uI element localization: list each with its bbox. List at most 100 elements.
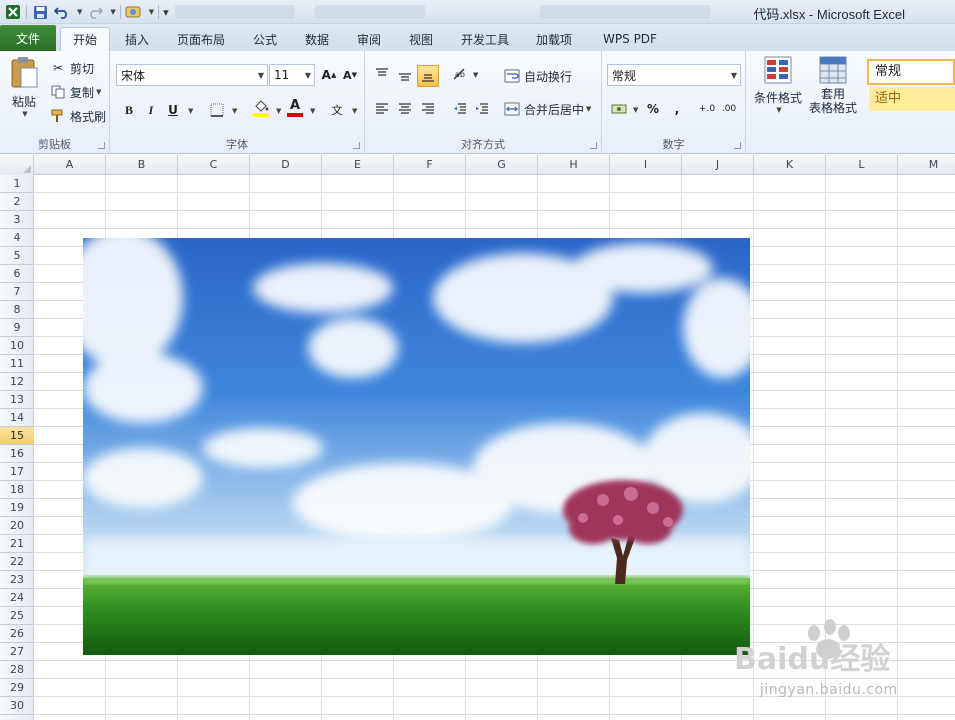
column-header[interactable]: A [34,155,106,175]
row-header[interactable]: 3 [0,211,34,229]
copy-button[interactable]: 复制 ▼ [50,83,101,101]
column-header[interactable]: B [106,155,178,175]
row-header[interactable]: 14 [0,409,34,427]
undo-dropdown-icon[interactable]: ▼ [77,8,82,16]
row-header[interactable]: 30 [0,697,34,715]
align-middle-button[interactable] [394,65,416,87]
column-header[interactable]: E [322,155,394,175]
grow-font-button[interactable]: A ▲ [318,64,340,86]
row-header[interactable]: 18 [0,481,34,499]
tab-addins[interactable]: 加载项 [528,27,580,51]
tab-wps-pdf[interactable]: WPS PDF [592,27,668,51]
row-header[interactable]: 9 [0,319,34,337]
column-header[interactable]: C [178,155,250,175]
row-header[interactable]: 27 [0,643,34,661]
accounting-dropdown-icon[interactable]: ▼ [633,106,638,114]
row-header[interactable]: 5 [0,247,34,265]
tab-data[interactable]: 数据 [296,27,338,51]
tab-insert[interactable]: 插入 [114,27,160,51]
custom-tool-icon[interactable] [125,3,143,21]
conditional-format-button[interactable]: 条件格式 ▼ [750,55,806,125]
paste-dropdown-icon[interactable]: ▼ [22,110,27,118]
tab-view[interactable]: 视图 [400,27,442,51]
row-header[interactable]: 11 [0,355,34,373]
column-header[interactable]: F [394,155,466,175]
save-icon[interactable] [31,3,49,21]
align-bottom-button[interactable] [417,65,439,87]
row-header[interactable]: 4 [0,229,34,247]
row-header[interactable]: 29 [0,679,34,697]
format-painter-button[interactable]: 格式刷 [50,107,106,125]
redo-icon[interactable] [86,3,104,21]
select-all-button[interactable] [0,155,34,175]
tab-review[interactable]: 审阅 [348,27,390,51]
column-header[interactable]: D [250,155,322,175]
column-header[interactable]: K [754,155,826,175]
number-launcher-icon[interactable] [734,142,741,149]
font-size-select[interactable]: 11 ▼ [269,64,315,86]
row-header[interactable]: 17 [0,463,34,481]
alignment-launcher-icon[interactable] [590,142,597,149]
customize-qat-icon[interactable]: ▾ [163,6,169,19]
font-launcher-icon[interactable] [353,142,360,149]
row-header[interactable]: 19 [0,499,34,517]
row-header[interactable]: 16 [0,445,34,463]
custom-tool-dropdown-icon[interactable]: ▼ [149,8,154,16]
row-header[interactable]: 24 [0,589,34,607]
tab-page-layout[interactable]: 页面布局 [168,27,234,51]
column-header[interactable]: I [610,155,682,175]
increase-decimal-button[interactable]: +.0 [696,98,718,120]
row-header[interactable]: 6 [0,265,34,283]
row-header[interactable]: 21 [0,535,34,553]
underline-dropdown-icon[interactable]: ▼ [188,107,193,115]
decrease-indent-button[interactable] [449,98,471,120]
format-as-table-button[interactable]: 套用 表格格式 [804,55,862,127]
row-header[interactable]: 28 [0,661,34,679]
column-header[interactable]: M [898,155,955,175]
tab-home[interactable]: 开始 [60,27,110,51]
align-top-button[interactable] [371,63,393,85]
font-color-dropdown-icon[interactable]: ▼ [310,107,315,115]
style-neutral-cell[interactable]: 适中 [869,87,955,111]
align-right-button[interactable] [417,98,439,120]
phonetic-button[interactable]: 文 [326,99,348,121]
excel-app-icon[interactable] [4,3,22,21]
column-header[interactable]: J [682,155,754,175]
comma-button[interactable]: , [666,98,688,120]
font-color-button[interactable]: A [284,97,306,119]
column-header[interactable]: H [538,155,610,175]
phonetic-dropdown-icon[interactable]: ▼ [352,107,357,115]
row-header[interactable]: 2 [0,193,34,211]
align-left-button[interactable] [371,98,393,120]
merge-center-button[interactable]: 合并后居中 ▼ [503,100,591,118]
inserted-landscape-picture[interactable] [83,238,750,655]
row-header[interactable]: 10 [0,337,34,355]
redo-dropdown-icon[interactable]: ▼ [110,8,115,16]
style-normal-cell[interactable]: 常规 [867,59,955,85]
shrink-font-button[interactable]: A ▼ [339,64,361,86]
row-header[interactable]: 15 [0,427,34,445]
cut-button[interactable]: ✂ 剪切 [50,59,94,77]
number-format-select[interactable]: 常规 ▼ [607,64,741,86]
column-header[interactable]: G [466,155,538,175]
align-center-button[interactable] [394,98,416,120]
row-header[interactable]: 26 [0,625,34,643]
font-name-select[interactable]: 宋体 ▼ [116,64,268,86]
clipboard-launcher-icon[interactable] [98,142,105,149]
undo-icon[interactable] [53,3,71,21]
decrease-decimal-button[interactable]: .00 [718,98,740,120]
row-header[interactable]: 7 [0,283,34,301]
bold-button[interactable]: B [118,99,140,121]
fill-color-button[interactable] [250,97,272,119]
tab-file[interactable]: 文件 [0,25,56,51]
accounting-format-button[interactable] [608,98,630,120]
row-header[interactable]: 20 [0,517,34,535]
row-header[interactable]: 13 [0,391,34,409]
row-header[interactable]: 12 [0,373,34,391]
paste-button[interactable]: 粘贴 ▼ [4,55,44,125]
fill-color-dropdown-icon[interactable]: ▼ [276,107,281,115]
column-header[interactable]: L [826,155,898,175]
row-header[interactable]: 22 [0,553,34,571]
orientation-dropdown-icon[interactable]: ▼ [473,71,478,79]
row-header[interactable]: 8 [0,301,34,319]
